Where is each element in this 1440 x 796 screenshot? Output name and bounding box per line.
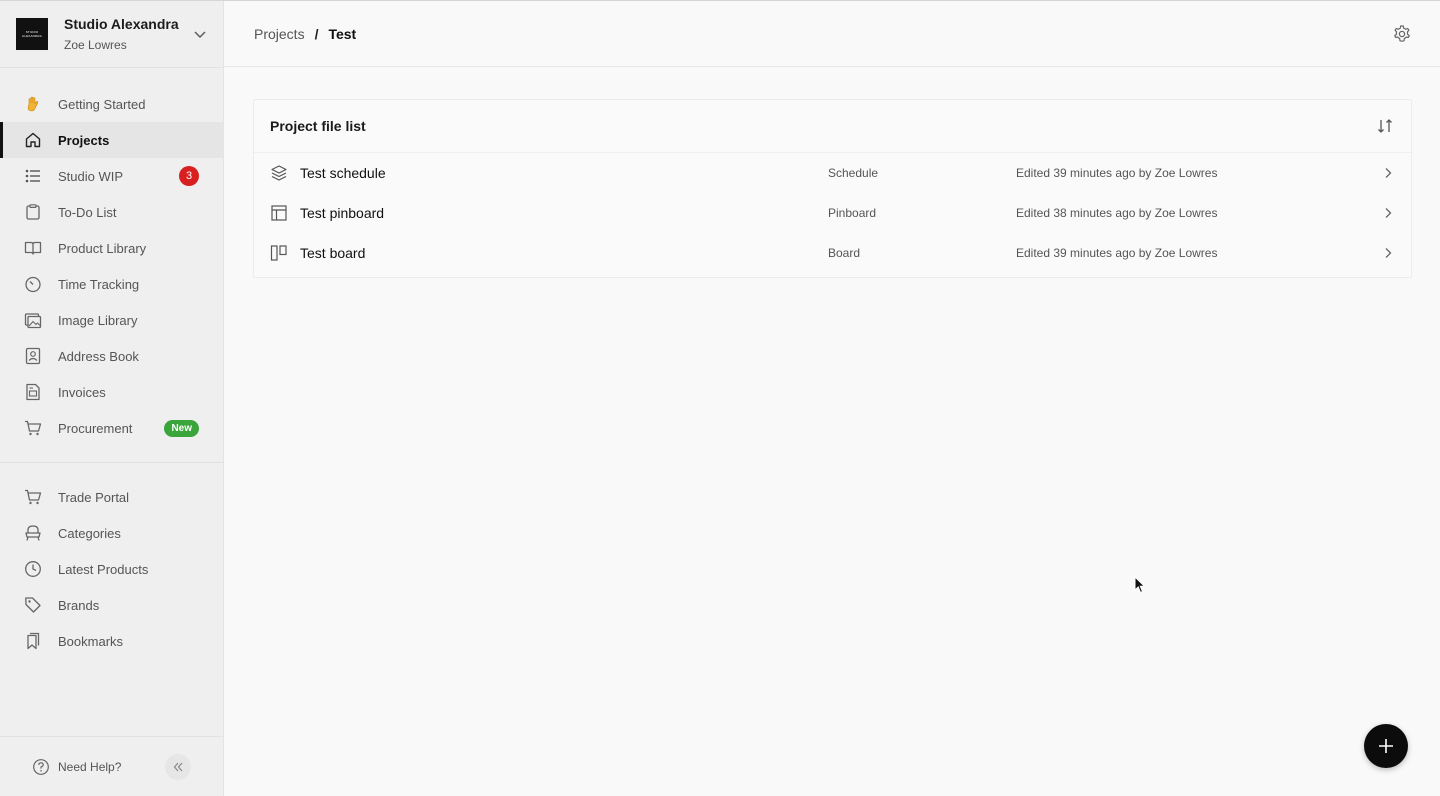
workspace-switcher[interactable]: STUDIO ALEXANDRA Studio Alexandra Zoe Lo… (0, 1, 223, 68)
bookmark-icon (24, 632, 42, 650)
sidebar-item-label: Invoices (58, 384, 106, 400)
file-name: Test schedule (300, 165, 386, 181)
add-button[interactable] (1364, 724, 1408, 768)
sidebar-item-label: Image Library (58, 312, 138, 328)
new-badge: New (164, 419, 199, 437)
workspace-info: Studio Alexandra Zoe Lowres (64, 16, 193, 52)
file-row-test-board[interactable]: Test board Board Edited 39 minutes ago b… (254, 233, 1411, 273)
sidebar-item-label: To-Do List (58, 204, 117, 220)
chevron-down-icon[interactable] (193, 27, 207, 41)
timer-icon (24, 275, 42, 293)
help-icon (33, 758, 49, 775)
panel-title: Project file list (270, 118, 366, 134)
sidebar-item-address-book[interactable]: Address Book (0, 338, 223, 374)
file-edited: Edited 38 minutes ago by Zoe Lowres (1016, 206, 1218, 220)
file-name: Test pinboard (300, 205, 385, 221)
double-chevron-left-icon (173, 762, 183, 771)
sidebar-item-label: Studio WIP (58, 168, 124, 184)
clipboard-icon (24, 203, 42, 221)
sidebar-item-label: Time Tracking (58, 276, 140, 292)
sort-icon[interactable] (1375, 116, 1395, 136)
main-content: Projects / Test Project file list Test s… (224, 1, 1440, 796)
workspace-logo: STUDIO ALEXANDRA (16, 18, 48, 50)
breadcrumb-current: Test (328, 25, 357, 42)
mouse-cursor-icon (1134, 576, 1146, 594)
file-name: Test board (300, 245, 366, 261)
gear-icon[interactable] (1392, 24, 1412, 44)
sidebar-item-product-library[interactable]: Product Library (0, 230, 223, 266)
need-help-button[interactable]: Need Help? (32, 758, 165, 776)
sidebar-item-time-tracking[interactable]: Time Tracking (0, 266, 223, 302)
plus-icon (1379, 739, 1393, 753)
kanban-icon (270, 245, 287, 261)
sidebar-item-label: Latest Products (58, 561, 149, 577)
sidebar-item-label: Procurement (58, 420, 133, 436)
tag-icon (24, 596, 42, 614)
panel-header: Project file list (254, 100, 1411, 153)
sidebar-item-label: Brands (58, 597, 100, 613)
file-type: Board (828, 246, 861, 260)
collapse-sidebar-button[interactable] (165, 753, 191, 780)
sidebar-item-image-library[interactable]: Image Library (0, 302, 223, 338)
sidebar-item-trade-portal[interactable]: Trade Portal (0, 479, 223, 515)
file-rows: Test schedule Schedule Edited 39 minutes… (254, 153, 1411, 277)
file-row-test-schedule[interactable]: Test schedule Schedule Edited 39 minutes… (254, 153, 1411, 193)
workspace-user: Zoe Lowres (64, 38, 127, 52)
sidebar-item-projects[interactable]: Projects (0, 122, 223, 158)
sidebar-item-label: Address Book (58, 348, 139, 364)
file-row-test-pinboard[interactable]: Test pinboard Pinboard Edited 38 minutes… (254, 193, 1411, 233)
breadcrumb-projects-link[interactable]: Projects (254, 26, 305, 42)
chevron-right-icon (1385, 248, 1392, 258)
book-icon (24, 239, 42, 257)
sidebar-nav: Getting Started Projects Studio WIP 3 To… (0, 68, 223, 659)
rows-spacer (254, 273, 1411, 277)
sidebar-item-latest-products[interactable]: Latest Products (0, 551, 223, 587)
sidebar-item-label: Bookmarks (58, 633, 124, 649)
sidebar-item-bookmarks[interactable]: Bookmarks (0, 623, 223, 659)
chevron-right-icon (1385, 168, 1392, 178)
sidebar-item-label: Product Library (58, 240, 147, 256)
sidebar-item-procurement[interactable]: Procurement New (0, 410, 223, 446)
waving-hand-icon (24, 95, 42, 113)
file-edited: Edited 39 minutes ago by Zoe Lowres (1016, 246, 1218, 260)
app-window: STUDIO ALEXANDRA Studio Alexandra Zoe Lo… (0, 0, 1440, 796)
sidebar-item-getting-started[interactable]: Getting Started (0, 86, 223, 122)
cart-icon (24, 488, 42, 506)
notification-badge: 3 (179, 166, 199, 186)
file-type: Schedule (828, 166, 879, 180)
sidebar-footer: Need Help? (0, 736, 223, 796)
sidebar-item-label: Trade Portal (58, 489, 130, 505)
sidebar-item-label: Getting Started (58, 96, 146, 112)
chevron-right-icon (1385, 208, 1392, 218)
list-icon (24, 167, 42, 185)
file-edited: Edited 39 minutes ago by Zoe Lowres (1016, 166, 1218, 180)
layers-icon (271, 165, 287, 181)
file-type: Pinboard (828, 206, 877, 220)
workspace-logo-text: STUDIO ALEXANDRA (22, 30, 42, 38)
need-help-label: Need Help? (58, 759, 122, 774)
sidebar-item-invoices[interactable]: Invoices (0, 374, 223, 410)
sidebar-item-to-do-list[interactable]: To-Do List (0, 194, 223, 230)
contact-book-icon (24, 347, 42, 365)
sidebar-item-label: Projects (58, 132, 110, 148)
project-file-list: Project file list Test schedule Schedule… (253, 99, 1412, 278)
cart-icon (24, 419, 42, 437)
sidebar-item-label: Categories (58, 525, 121, 541)
breadcrumb-separator: / (314, 25, 319, 42)
workspace-name: Studio Alexandra (64, 16, 179, 32)
layout-icon (271, 205, 287, 221)
nav-divider (0, 462, 223, 463)
home-icon (24, 131, 42, 149)
sidebar-item-brands[interactable]: Brands (0, 587, 223, 623)
breadcrumb: Projects / Test (254, 26, 1392, 42)
sidebar: STUDIO ALEXANDRA Studio Alexandra Zoe Lo… (0, 1, 224, 796)
invoice-icon (24, 383, 42, 401)
sidebar-item-categories[interactable]: Categories (0, 515, 223, 551)
chair-icon (24, 524, 42, 542)
sidebar-item-studio-wip[interactable]: Studio WIP 3 (0, 158, 223, 194)
clock-icon (24, 560, 42, 578)
image-icon (24, 311, 42, 329)
top-bar: Projects / Test (224, 1, 1440, 67)
